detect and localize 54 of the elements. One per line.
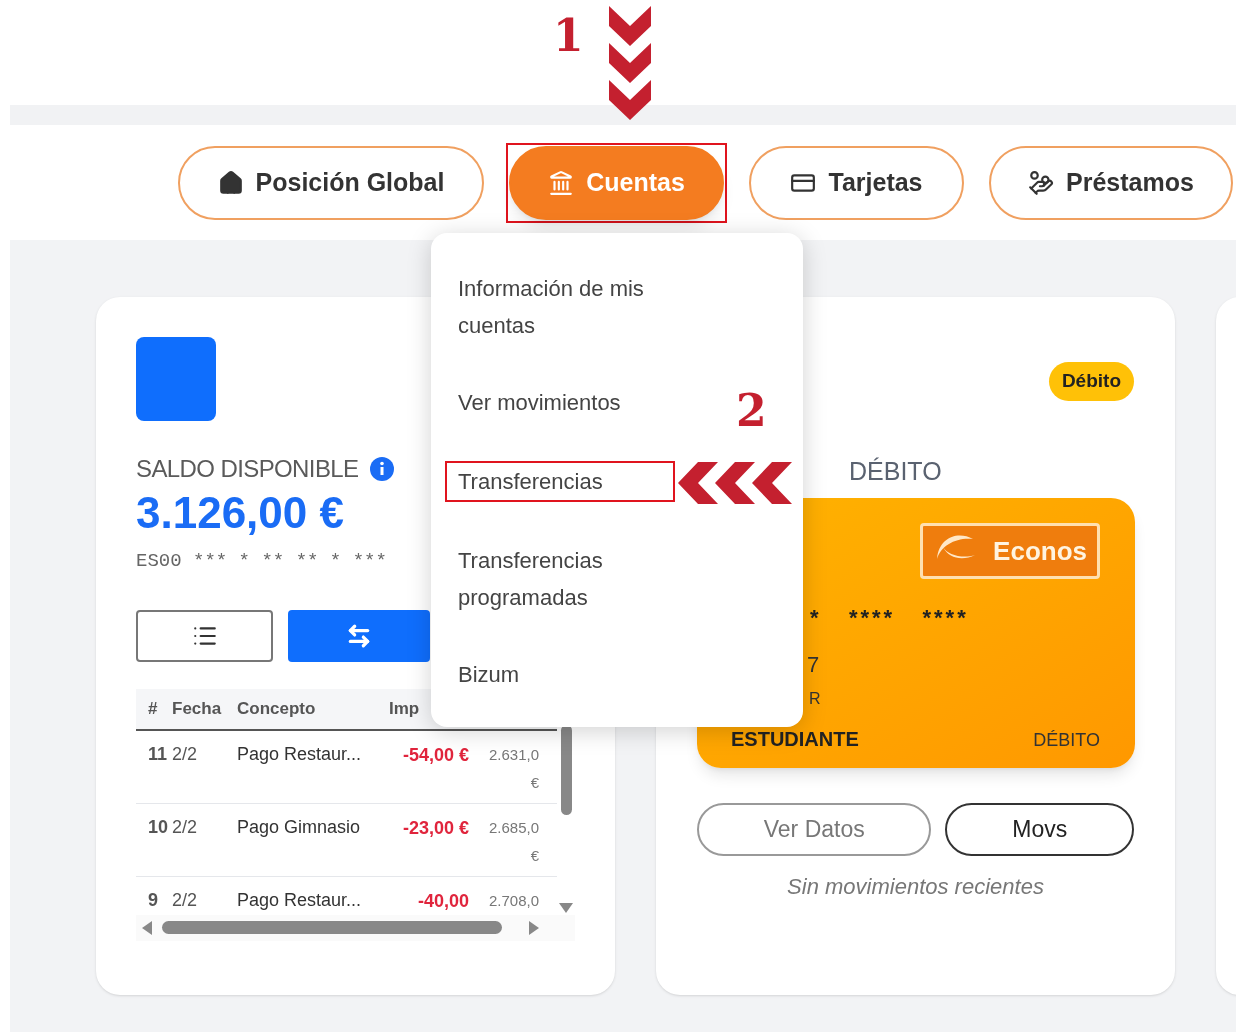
card-label: R xyxy=(809,689,822,709)
table-cell-text: 2.685,0 € xyxy=(487,817,539,866)
transfer-button[interactable] xyxy=(288,609,430,662)
column-header: Imp xyxy=(389,697,421,720)
nav-tab[interactable]: Préstamos xyxy=(989,145,1233,220)
empty-message: Sin movimientos recientes xyxy=(786,873,1045,901)
table-cell-text: 10 xyxy=(147,815,170,839)
table-cell-text: Pago Gimnasio xyxy=(237,815,362,839)
step-number: 2 xyxy=(736,385,767,437)
transfer-icon xyxy=(346,622,372,649)
column-header: Concepto xyxy=(237,697,317,720)
bank-icon xyxy=(548,169,575,196)
menu-item[interactable]: Bizum xyxy=(458,656,688,693)
card-expiry: 7 xyxy=(807,651,821,679)
balance-amount: 3.126,00 € xyxy=(136,487,345,539)
hand-coins-icon xyxy=(1028,169,1055,196)
nav-tab[interactable]: Posición Global xyxy=(178,145,484,220)
step-number: 1 xyxy=(553,10,584,62)
list-button[interactable] xyxy=(136,609,273,662)
table-cell-text: -23,00 € xyxy=(401,816,469,840)
menu-item[interactable]: Información de mis cuentas xyxy=(458,270,688,344)
scroll-down-arrow-icon[interactable] xyxy=(559,902,573,913)
table-cell-text: -40,00 xyxy=(416,889,469,913)
menu-item[interactable]: Transferencias programadas xyxy=(458,542,688,616)
balance-label: SALDO DISPONIBLE xyxy=(136,454,359,484)
card-action-button[interactable]: Movs xyxy=(945,803,1134,856)
scroll-left-arrow-icon[interactable] xyxy=(142,920,152,935)
menu-item[interactable]: Ver movimientos xyxy=(458,384,688,421)
nav-tab[interactable]: Tarjetas xyxy=(749,145,964,220)
menu-item[interactable]: Transferencias xyxy=(445,461,675,502)
home-icon xyxy=(217,169,244,196)
table-cell-text: Pago Restaur... xyxy=(237,888,363,912)
scroll-right-arrow-icon[interactable] xyxy=(529,920,539,935)
table-cell-text: 2.708,0 xyxy=(487,890,539,911)
table-cell-text: 2/2 xyxy=(172,815,199,839)
table-cell-text: 2/2 xyxy=(172,742,199,766)
card-number: * **** **** xyxy=(810,604,970,632)
iban-number: ES00 *** * ** ** * *** xyxy=(136,549,387,574)
horizontal-scrollbar[interactable] xyxy=(136,914,575,941)
column-header: # xyxy=(147,697,159,720)
card-title: DÉBITO xyxy=(849,455,942,487)
table-cell-text: Pago Restaur... xyxy=(237,742,363,766)
table-cell-text: 11 xyxy=(147,742,169,766)
table-cell-text: 9 xyxy=(147,888,159,912)
card-type-badge: Débito xyxy=(1048,362,1134,401)
table-cell-text: 2/2 xyxy=(172,888,199,912)
card-action-button[interactable]: Ver Datos xyxy=(697,803,932,856)
table-cell-text: 2.631,0 € xyxy=(487,744,539,793)
table-cell-text: -54,00 € xyxy=(401,743,469,767)
card-kind: DÉBITO xyxy=(1033,729,1100,752)
brand-name: Econos xyxy=(993,534,1087,568)
column-header: Fecha xyxy=(172,697,223,720)
card-holder: ESTUDIANTE xyxy=(731,727,859,752)
info-icon xyxy=(370,457,395,481)
